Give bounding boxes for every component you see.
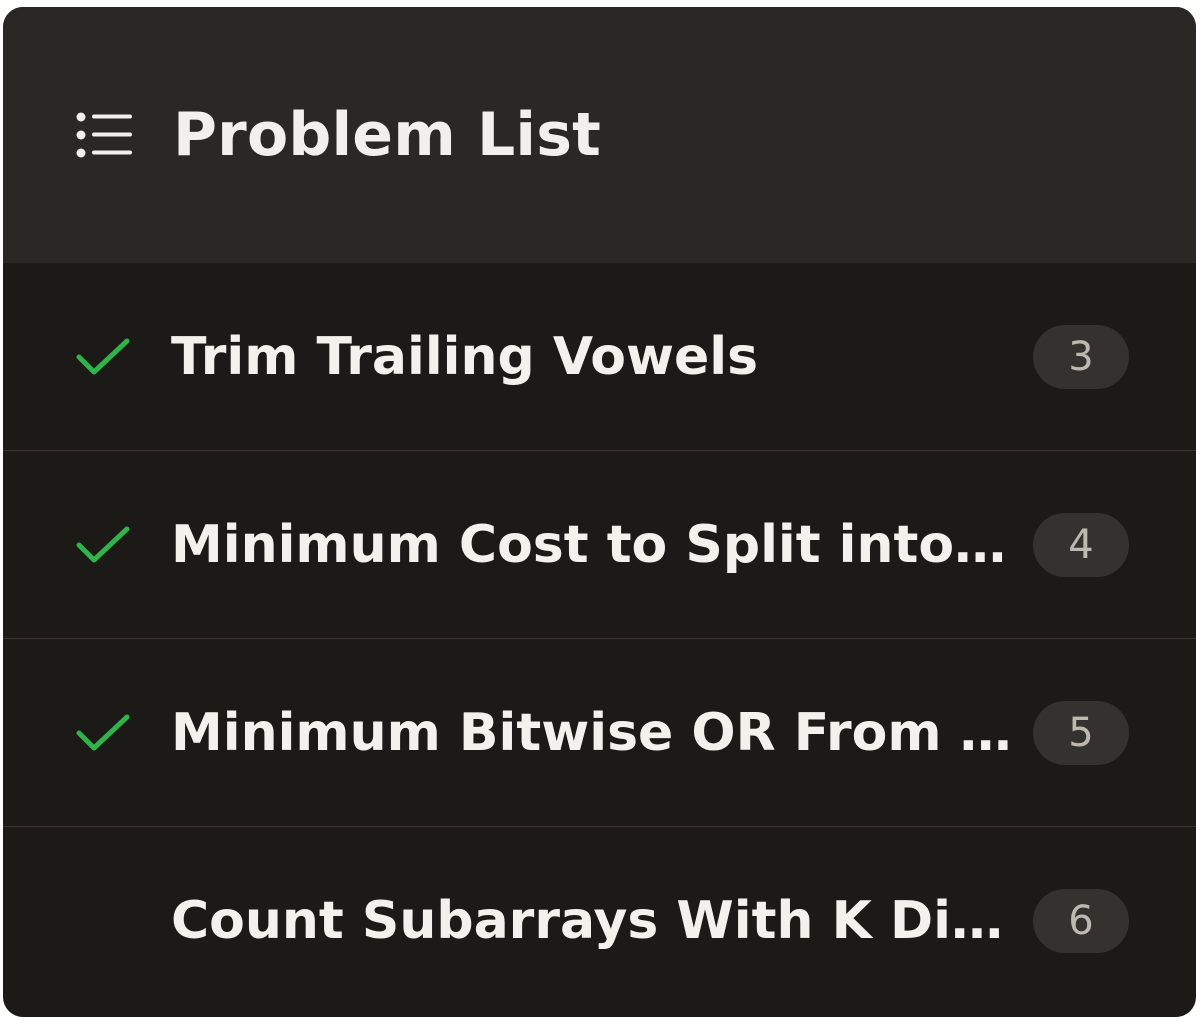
problem-item-1[interactable]: Trim Trailing Vowels 3 bbox=[3, 263, 1196, 451]
problem-count-badge: 5 bbox=[1033, 700, 1129, 765]
list-icon bbox=[75, 111, 133, 159]
problem-item-4[interactable]: Count Subarrays With K Disti... 6 bbox=[3, 827, 1196, 1015]
page-title: Problem List bbox=[173, 100, 601, 170]
problem-list: Trim Trailing Vowels 3 Minimum Cost to S… bbox=[3, 263, 1196, 1015]
problem-item-3[interactable]: Minimum Bitwise OR From Grid 5 bbox=[3, 639, 1196, 827]
problem-title[interactable]: Count Subarrays With K Disti... bbox=[171, 891, 1016, 951]
problem-list-panel: Problem List Trim Trailing Vowels 3 Mini… bbox=[3, 7, 1196, 1017]
problem-title[interactable]: Trim Trailing Vowels bbox=[171, 327, 1016, 387]
problem-count-badge: 3 bbox=[1033, 324, 1129, 389]
problem-title[interactable]: Minimum Bitwise OR From Grid bbox=[171, 703, 1016, 763]
check-icon bbox=[75, 705, 131, 761]
problem-count-badge: 6 bbox=[1033, 889, 1129, 953]
problem-count-badge: 4 bbox=[1033, 512, 1129, 577]
check-icon bbox=[75, 517, 131, 573]
problem-item-2[interactable]: Minimum Cost to Split into O... 4 bbox=[3, 451, 1196, 639]
check-icon bbox=[75, 329, 131, 385]
problem-list-header: Problem List bbox=[3, 7, 1196, 263]
problem-title[interactable]: Minimum Cost to Split into O... bbox=[171, 515, 1016, 575]
